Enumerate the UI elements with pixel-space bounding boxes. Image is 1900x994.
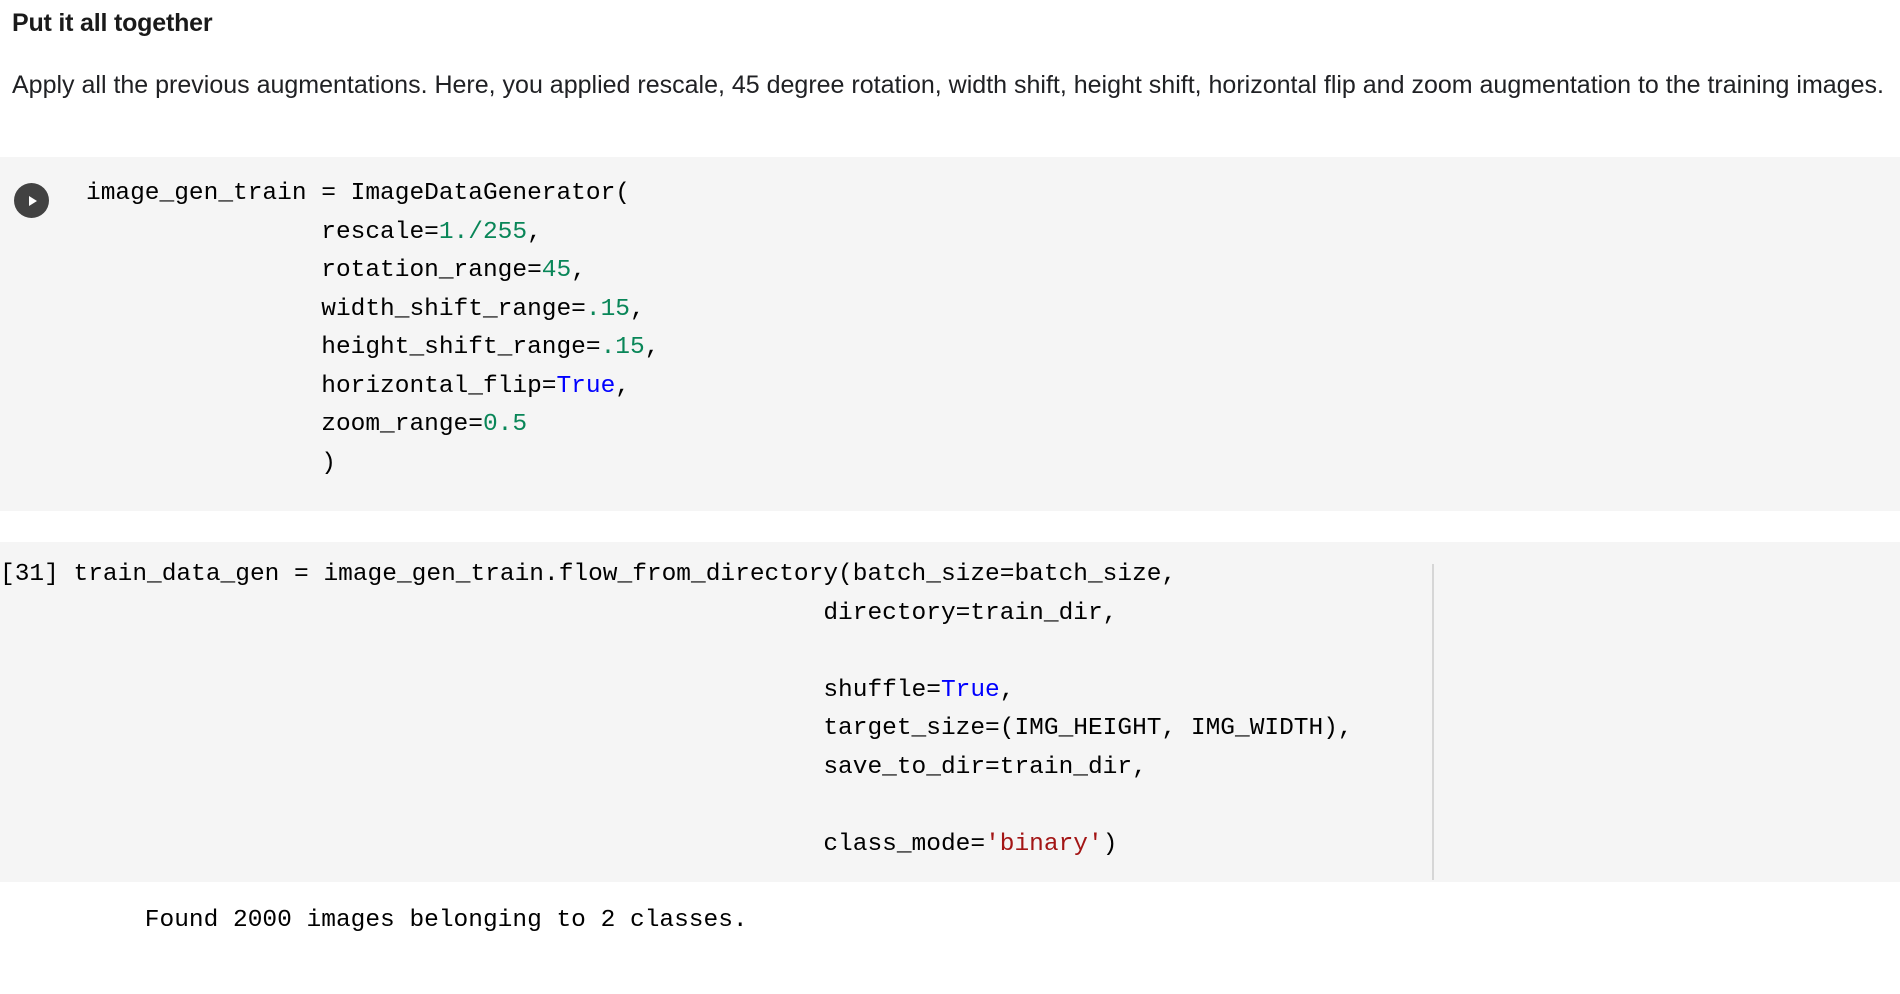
code-cell-2[interactable]: [31] train_data_gen = image_gen_train.fl… — [0, 542, 1900, 882]
code-token: , — [615, 372, 630, 400]
code-token: class_mode= — [0, 830, 986, 858]
description-paragraph: Apply all the previous augmentations. He… — [12, 71, 1884, 99]
code-token: target_size=(IMG_HEIGHT, IMG_WIDTH), — [0, 715, 1353, 742]
code-token: directory=train_dir, — [0, 599, 1118, 627]
code-token: .15 — [585, 295, 630, 323]
code-token: image_gen_train = ImageDataGenerator( — [86, 180, 630, 207]
code-token: / — [468, 218, 483, 246]
code-cell-1[interactable]: image_gen_train = ImageDataGenerator( re… — [0, 157, 1900, 511]
code-token: 1. — [438, 218, 469, 246]
markdown-block: Put it all together Apply all the previo… — [0, 0, 1900, 111]
play-icon — [24, 193, 40, 209]
run-cell-button[interactable] — [14, 183, 49, 218]
code-token: 0.5 — [482, 411, 528, 438]
output-text: Found 2000 images belonging to 2 classes… — [86, 907, 748, 934]
code-token: , — [644, 334, 660, 361]
page-title: Put it all together — [12, 9, 213, 37]
cell-vertical-divider — [1432, 564, 1434, 880]
code-token: rescale= — [86, 218, 439, 246]
cell-output: Found 2000 images belonging to 2 classes… — [0, 882, 1900, 938]
code-token: True — [940, 676, 1000, 704]
code-token: [31] train_data_gen = image_gen_train.fl… — [0, 561, 1177, 588]
code-token: horizontal_flip= — [86, 372, 557, 400]
code-token: save_to_dir=train_dir, — [0, 753, 1147, 781]
code-token: width_shift_range= — [86, 295, 586, 323]
code-token: shuffle= — [0, 676, 941, 704]
notebook-page: Put it all together Apply all the previo… — [0, 0, 1900, 994]
code-token: True — [556, 372, 616, 400]
code-token: 255 — [482, 218, 528, 246]
code-token: , — [571, 257, 586, 284]
code-token: zoom_range= — [86, 411, 483, 438]
code-token: 45 — [541, 257, 572, 284]
code-token: rotation_range= — [86, 257, 542, 284]
code-token: ) — [1102, 830, 1118, 858]
code-token: , — [630, 295, 645, 323]
code-token: ) — [86, 449, 336, 477]
code-block-1[interactable]: image_gen_train = ImageDataGenerator( re… — [0, 175, 1900, 483]
code-token: , — [527, 218, 542, 246]
code-token: , — [999, 676, 1015, 704]
code-token: .15 — [600, 334, 645, 361]
code-token: height_shift_range= — [86, 334, 601, 361]
code-token: 'binary' — [985, 830, 1103, 858]
code-block-2[interactable]: [31] train_data_gen = image_gen_train.fl… — [0, 556, 1900, 864]
